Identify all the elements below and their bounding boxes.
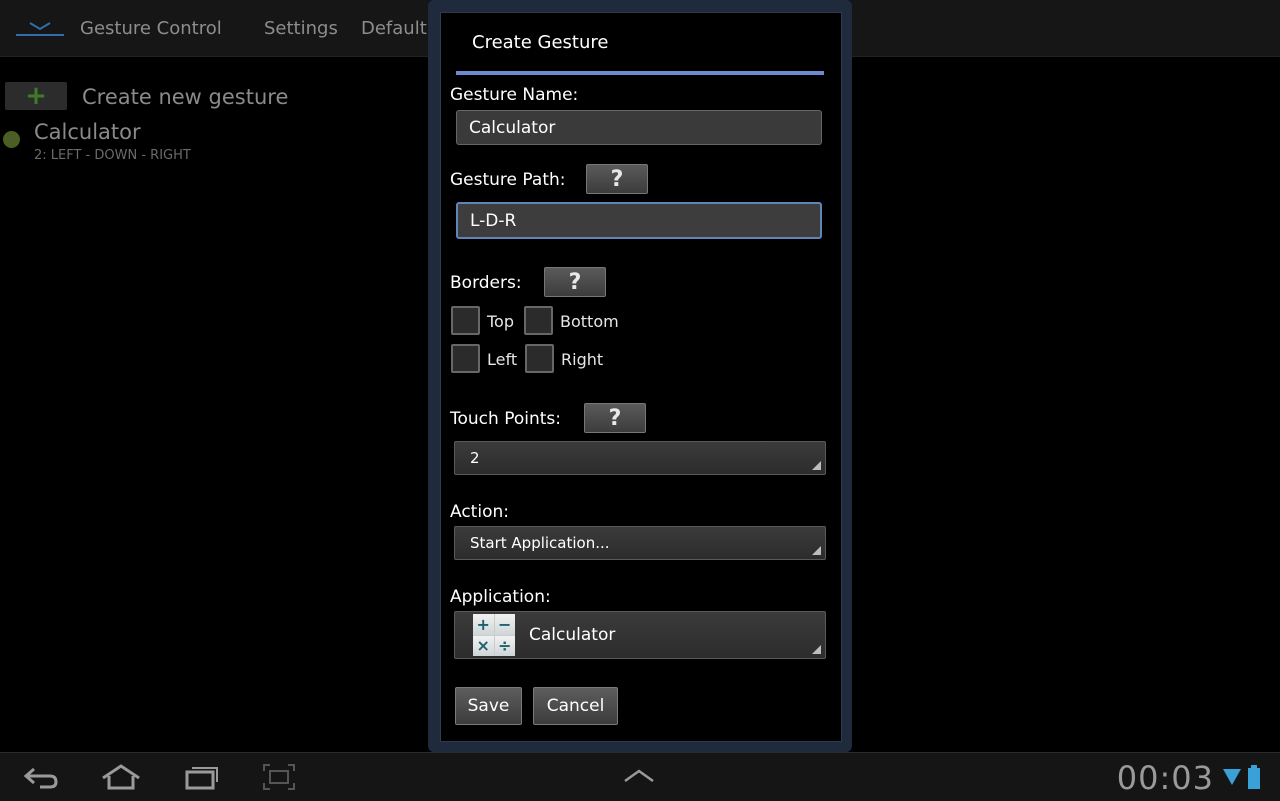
recent-apps-icon[interactable] (184, 763, 220, 791)
border-left-label: Left (487, 350, 518, 369)
application-label: Application: (450, 587, 551, 607)
tab-settings[interactable]: Settings (264, 18, 338, 39)
action-select[interactable]: Start Application... (454, 526, 826, 560)
dropdown-arrow-icon (812, 645, 821, 654)
app-logo-icon[interactable] (16, 18, 64, 38)
borders-help-button[interactable]: ? (544, 267, 606, 297)
back-icon[interactable] (22, 763, 60, 791)
status-dot-icon (3, 131, 20, 148)
calc-divide-glyph: ÷ (494, 635, 515, 656)
action-value: Start Application... (470, 534, 610, 552)
touch-points-select[interactable]: 2 (454, 441, 826, 475)
save-button[interactable]: Save (455, 687, 522, 725)
wifi-icon (1223, 769, 1241, 785)
list-item-title[interactable]: Calculator (34, 120, 141, 144)
dialog-title: Create Gesture (472, 32, 609, 53)
calc-minus-glyph: − (494, 614, 515, 635)
border-bottom-label: Bottom (560, 312, 619, 331)
gesture-name-label: Gesture Name: (450, 85, 579, 105)
plus-icon: + (25, 81, 47, 111)
dropdown-arrow-icon (812, 461, 821, 470)
gesture-name-input[interactable]: Calculator (456, 110, 822, 145)
calculator-app-icon: + − × ÷ (473, 614, 515, 656)
cancel-button[interactable]: Cancel (533, 687, 618, 725)
touch-points-value: 2 (470, 449, 480, 467)
gesture-path-help-button[interactable]: ? (586, 164, 648, 194)
border-right-label: Right (561, 350, 604, 369)
help-icon: ? (568, 269, 582, 295)
calc-plus-glyph: + (473, 614, 494, 635)
dialog-title-divider (456, 71, 824, 75)
home-icon[interactable] (100, 763, 142, 791)
tab-default-gestures[interactable]: Default G (361, 18, 431, 39)
border-top-label: Top (487, 312, 514, 331)
help-icon: ? (610, 166, 624, 192)
add-gesture-button[interactable]: + (5, 82, 67, 110)
application-select[interactable]: + − × ÷ Calculator (454, 611, 826, 659)
touch-points-help-button[interactable]: ? (584, 403, 646, 433)
action-label: Action: (450, 502, 509, 522)
calc-times-glyph: × (473, 635, 494, 656)
application-value: Calculator (529, 625, 616, 645)
chevron-up-icon[interactable] (622, 767, 656, 785)
gesture-path-input[interactable]: L-D-R (456, 202, 822, 239)
touch-points-label: Touch Points: (450, 409, 561, 429)
border-bottom-checkbox[interactable] (524, 306, 553, 335)
system-bar: 00:03 (0, 752, 1280, 801)
border-top-checkbox[interactable] (451, 306, 480, 335)
border-right-checkbox[interactable] (525, 344, 554, 373)
help-icon: ? (608, 405, 622, 431)
clock: 00:03 (1116, 759, 1214, 797)
battery-icon (1248, 765, 1260, 789)
list-item-subtitle: 2: LEFT - DOWN - RIGHT (34, 148, 191, 163)
create-new-gesture-label[interactable]: Create new gesture (82, 85, 288, 109)
borders-label: Borders: (450, 273, 522, 293)
app-title: Gesture Control (80, 18, 222, 39)
gesture-path-label: Gesture Path: (450, 170, 566, 190)
dropdown-arrow-icon (812, 546, 821, 555)
screenshot-icon[interactable] (262, 763, 296, 791)
border-left-checkbox[interactable] (451, 344, 480, 373)
